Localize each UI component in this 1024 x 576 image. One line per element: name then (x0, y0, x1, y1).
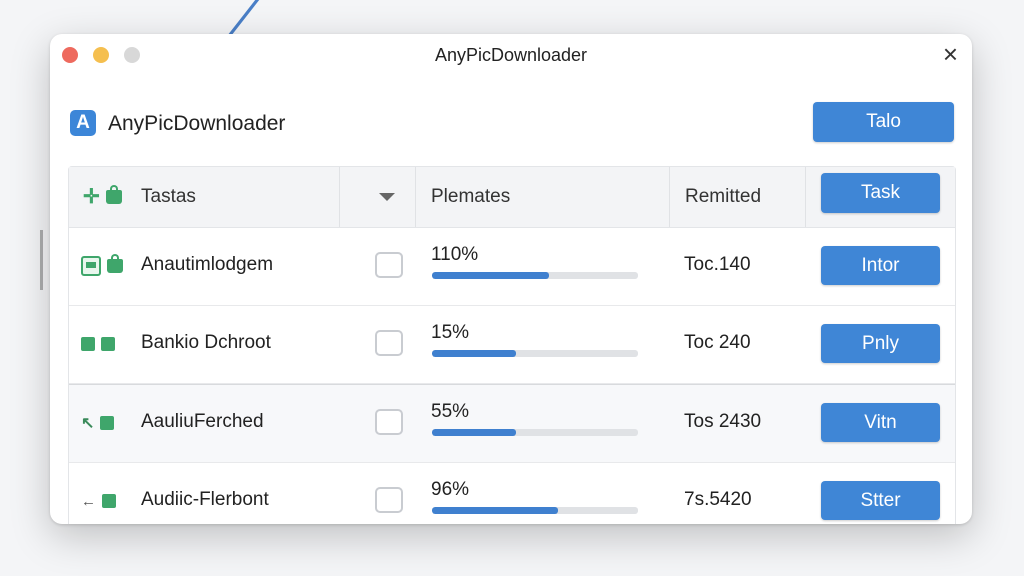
row-checkbox[interactable] (375, 487, 403, 513)
progress-bar (432, 272, 638, 279)
row-action-button[interactable]: Pnly (821, 324, 940, 363)
back-arrow-icon: ← (81, 492, 96, 510)
column-header-name[interactable]: Tastas (141, 167, 196, 227)
column-header-progress[interactable]: Plemates (431, 167, 510, 227)
row-name: Bankio Dchroot (141, 332, 271, 353)
row-checkbox[interactable] (375, 252, 403, 278)
titlebar: AnyPicDownloader × (50, 34, 972, 76)
add-icon[interactable]: ✛ (83, 187, 100, 207)
bag-icon (107, 254, 123, 273)
progress-bar-fill (432, 429, 517, 436)
image-icon (101, 337, 115, 351)
remitted-value: Toc.140 (684, 254, 751, 275)
chevron-down-icon[interactable] (379, 193, 395, 201)
progress-bar (432, 429, 638, 436)
row-checkbox[interactable] (375, 330, 403, 356)
bag-icon (105, 185, 122, 204)
app-logo-icon: A (70, 110, 96, 136)
arrow-icon: ↖ (81, 415, 95, 432)
image-icon (100, 416, 115, 430)
progress-bar (432, 507, 638, 514)
header-icons: ✛ (83, 185, 122, 207)
row-action-button[interactable]: Intor (821, 246, 940, 285)
progress-percent: 55% (431, 401, 470, 422)
image-icon (102, 494, 116, 508)
column-divider (805, 167, 806, 227)
row-action-button[interactable]: Vitn (821, 403, 940, 442)
table-row[interactable]: ← Audiic-Flerbont 96% 7s.5420 Stter (69, 463, 955, 524)
window-title: AnyPicDownloader (434, 45, 588, 65)
app-header: A AnyPicDownloader Talo (50, 76, 972, 166)
progress-bar (432, 350, 638, 357)
progress-bar-fill (432, 350, 517, 357)
progress-percent: 15% (431, 322, 470, 343)
row-name: AauliuFerched (141, 411, 264, 432)
table-row[interactable]: Bankio Dchroot 15% Toc 240 Pnly (69, 306, 955, 384)
image-icon (81, 256, 101, 276)
row-action-button[interactable]: Stter (821, 481, 940, 520)
remitted-value: Toc 240 (684, 332, 751, 353)
column-divider (339, 167, 340, 227)
table-row[interactable]: ↖ AauliuFerched 55% Tos 2430 Vitn (69, 384, 955, 463)
row-name: Audiic-Flerbont (141, 489, 269, 510)
app-window: AnyPicDownloader × A AnyPicDownloader Ta… (50, 34, 972, 524)
app-name: AnyPicDownloader (108, 112, 286, 135)
column-divider (669, 167, 670, 227)
remitted-value: Tos 2430 (684, 411, 762, 432)
remitted-value: 7s.5420 (684, 489, 752, 510)
row-checkbox[interactable] (375, 409, 403, 435)
progress-bar-fill (432, 507, 558, 514)
close-icon[interactable]: × (943, 40, 958, 68)
column-divider (415, 167, 416, 227)
header-action-button[interactable]: Talo (813, 102, 954, 142)
task-button[interactable]: Task (821, 173, 940, 213)
checkmark-icon (81, 337, 95, 351)
progress-bar-fill (432, 272, 550, 279)
table-row[interactable]: Anautimlodgem 110% Toc.140 Intor (69, 228, 955, 306)
progress-percent: 110% (431, 244, 479, 265)
progress-percent: 96% (431, 479, 470, 500)
table-header: ✛ Tastas Plemates Remitted Task (69, 167, 955, 228)
column-header-remitted[interactable]: Remitted (685, 167, 761, 227)
row-name: Anautimlodgem (141, 254, 274, 275)
downloads-table: ✛ Tastas Plemates Remitted Task Anautiml… (68, 166, 956, 524)
